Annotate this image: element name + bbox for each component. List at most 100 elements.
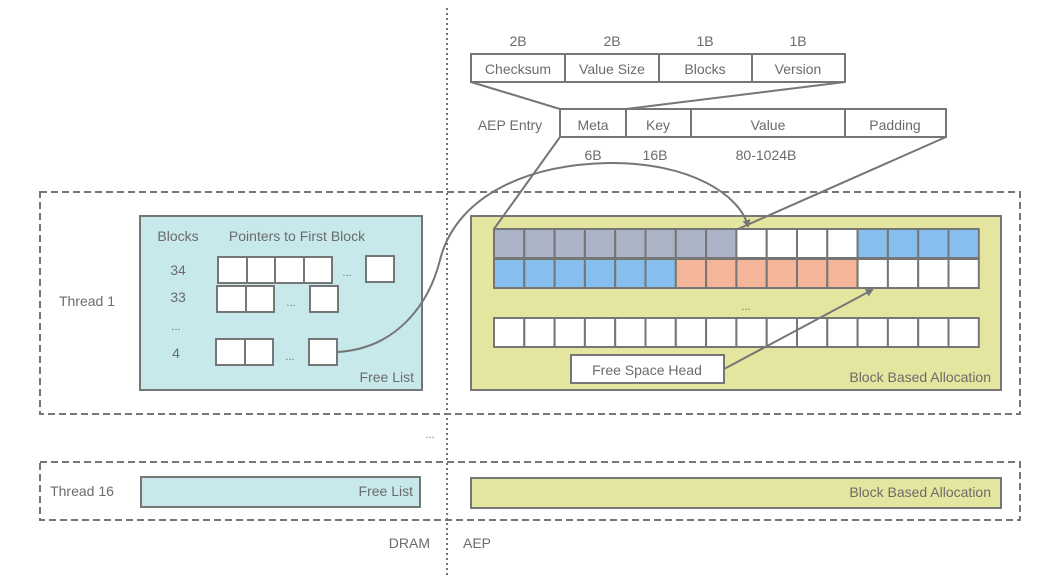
block-meta bbox=[644, 228, 677, 259]
block-empty bbox=[553, 317, 586, 348]
free-list-row-blocks: 34 bbox=[170, 262, 186, 278]
aep-field-padding: Padding bbox=[844, 108, 947, 138]
allocation-title: Block Based Allocation bbox=[849, 369, 991, 385]
free-list-title: Free List bbox=[360, 369, 415, 385]
aep-allocation-diagram: Checksum 2B Value Size 2B Blocks 1B Vers… bbox=[39, 8, 1021, 575]
free-list-row-blocks: 4 bbox=[172, 345, 180, 361]
ellipsis: ... bbox=[285, 351, 294, 363]
block-empty bbox=[796, 228, 829, 259]
block-empty bbox=[614, 317, 647, 348]
block-empty bbox=[917, 258, 950, 289]
region-aep-label: AEP bbox=[463, 535, 491, 551]
block-empty bbox=[493, 317, 526, 348]
free-list-row-34-pointers: ... bbox=[217, 255, 395, 284]
ellipsis: ... bbox=[342, 267, 351, 279]
thread16-free-list-title: Free List bbox=[359, 483, 414, 499]
block-salmon bbox=[796, 258, 829, 289]
meta-field-checksum: Checksum 2B bbox=[470, 33, 566, 83]
thread16-allocation-title: Block Based Allocation bbox=[849, 484, 991, 500]
block-empty bbox=[705, 317, 738, 348]
block-row-3 bbox=[493, 317, 980, 348]
aep-field-meta: Meta 6B bbox=[559, 108, 627, 163]
block-meta bbox=[553, 228, 586, 259]
block-blue bbox=[947, 228, 980, 259]
block-salmon bbox=[826, 258, 859, 289]
block-allocation: ... Block Based Allocation Free Space He… bbox=[470, 215, 1002, 391]
free-list-row-blocks: ... bbox=[171, 321, 180, 333]
expand-line-left bbox=[470, 81, 561, 110]
aep-field-label: Key bbox=[646, 117, 670, 133]
meta-field-label: Version bbox=[775, 61, 822, 77]
block-empty bbox=[886, 317, 920, 348]
block-blue bbox=[583, 258, 617, 289]
block-empty bbox=[523, 317, 556, 348]
meta-field-size: 2B bbox=[509, 33, 526, 49]
meta-field-value-size: Value Size 2B bbox=[564, 33, 660, 83]
block-meta bbox=[705, 228, 738, 259]
block-empty bbox=[583, 317, 617, 348]
meta-field-size: 1B bbox=[789, 33, 806, 49]
free-list-row-blocks: 33 bbox=[170, 289, 186, 305]
aep-field-size: 6B bbox=[584, 147, 601, 163]
meta-field-label: Checksum bbox=[485, 61, 551, 77]
thread1-label: Thread 1 bbox=[59, 293, 115, 309]
meta-field-version: Version 1B bbox=[751, 33, 846, 83]
block-empty bbox=[735, 317, 768, 348]
free-list-col-pointers: Pointers to First Block bbox=[229, 228, 366, 244]
block-meta bbox=[614, 228, 647, 259]
block-meta bbox=[493, 228, 526, 259]
aep-field-size: 16B bbox=[643, 147, 668, 163]
block-blue bbox=[886, 228, 920, 259]
aep-field-label: Value bbox=[751, 117, 786, 133]
meta-field-label: Value Size bbox=[579, 61, 645, 77]
aep-field-size: 80-1024B bbox=[736, 147, 797, 163]
block-salmon bbox=[765, 258, 799, 289]
block-blue bbox=[856, 228, 889, 259]
block-empty bbox=[644, 317, 677, 348]
ellipsis: ... bbox=[741, 301, 750, 313]
block-empty bbox=[826, 317, 859, 348]
region-dram-label: DRAM bbox=[389, 535, 430, 551]
free-list-col-blocks: Blocks bbox=[157, 228, 198, 244]
meta-field-label: Blocks bbox=[684, 61, 725, 77]
aep-entry-label: AEP Entry bbox=[478, 117, 542, 133]
block-blue bbox=[644, 258, 677, 289]
block-salmon bbox=[735, 258, 768, 289]
block-meta bbox=[583, 228, 617, 259]
block-empty bbox=[856, 317, 889, 348]
block-row-1 bbox=[493, 228, 980, 259]
aep-field-label: Meta bbox=[577, 117, 608, 133]
block-meta bbox=[523, 228, 556, 259]
block-empty bbox=[826, 228, 859, 259]
aep-entry: Meta 6B Key 16B Value 80-1024B Padding bbox=[559, 108, 947, 163]
block-salmon bbox=[705, 258, 738, 289]
thread16-label: Thread 16 bbox=[50, 483, 114, 499]
meta-header: Checksum 2B Value Size 2B Blocks 1B Vers… bbox=[470, 33, 846, 83]
free-space-head: Free Space Head bbox=[570, 354, 725, 384]
free-space-head-label: Free Space Head bbox=[592, 362, 702, 378]
block-blue bbox=[614, 258, 647, 289]
meta-field-blocks: Blocks 1B bbox=[658, 33, 753, 83]
meta-field-size: 1B bbox=[696, 33, 713, 49]
expand-line-right bbox=[625, 81, 846, 110]
free-list: Blocks Pointers to First Block Free List… bbox=[139, 215, 423, 391]
ellipsis: ... bbox=[286, 297, 295, 309]
block-empty bbox=[917, 317, 950, 348]
block-meta bbox=[674, 228, 708, 259]
block-empty bbox=[674, 317, 708, 348]
block-empty bbox=[735, 228, 768, 259]
block-blue bbox=[493, 258, 526, 289]
block-empty bbox=[886, 258, 920, 289]
aep-field-key: Key 16B bbox=[625, 108, 692, 163]
block-row-2 bbox=[493, 258, 980, 289]
threads-ellipsis: ... bbox=[425, 429, 434, 441]
aep-field-label: Padding bbox=[869, 117, 920, 133]
meta-field-size: 2B bbox=[603, 33, 620, 49]
block-blue bbox=[917, 228, 950, 259]
block-salmon bbox=[674, 258, 708, 289]
block-empty bbox=[947, 317, 980, 348]
block-blue bbox=[523, 258, 556, 289]
block-empty bbox=[947, 258, 980, 289]
block-empty bbox=[856, 258, 889, 289]
block-blue bbox=[553, 258, 586, 289]
